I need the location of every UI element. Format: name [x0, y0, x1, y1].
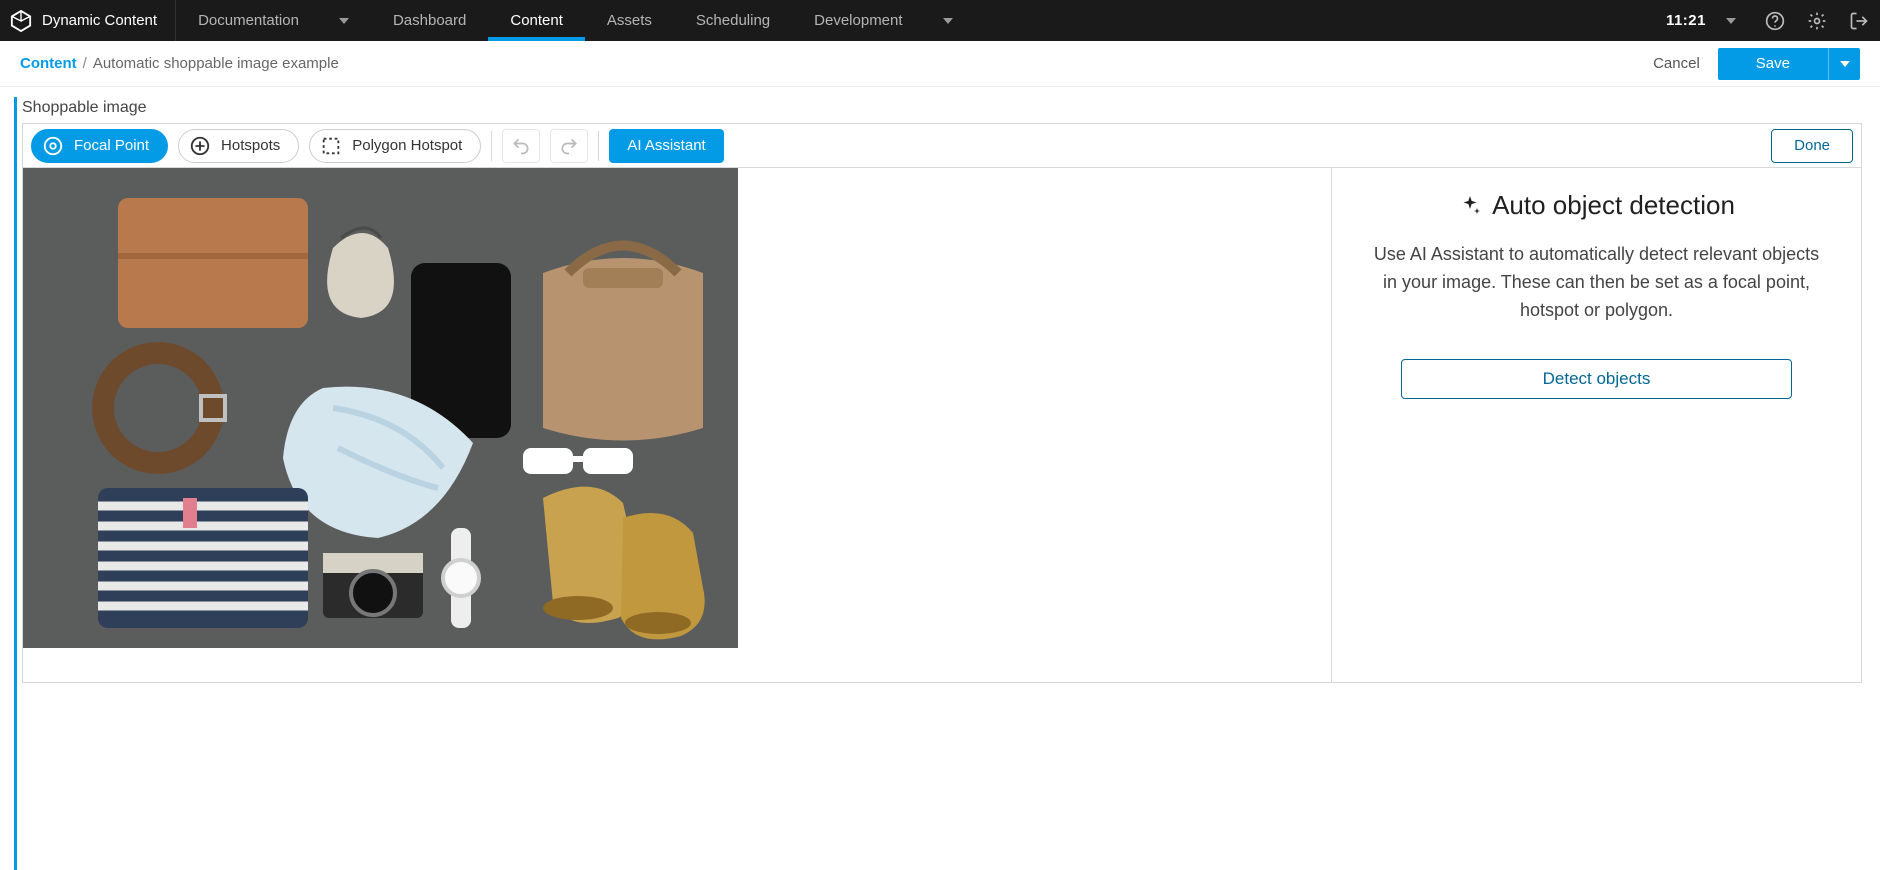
nav-development-label: Development	[814, 12, 902, 29]
save-button-group: Save	[1718, 48, 1860, 80]
editor-toolbar: Focal Point Hotspots Polygon Hotspot AI …	[23, 124, 1861, 168]
polygon-select-icon	[320, 135, 342, 157]
image-canvas[interactable]	[23, 168, 738, 682]
nav-documentation-label: Documentation	[198, 12, 299, 29]
subheader-actions: Cancel Save	[1653, 48, 1860, 80]
time-label: 11:21	[1666, 12, 1706, 29]
redo-button[interactable]	[550, 129, 588, 163]
tool-focal-point-label: Focal Point	[74, 137, 149, 154]
target-icon	[42, 135, 64, 157]
subheader: Content / Automatic shoppable image exam…	[0, 41, 1880, 87]
nav-content-label: Content	[510, 12, 563, 29]
nav-development[interactable]: Development	[792, 0, 974, 41]
ai-panel-title: Auto object detection	[1492, 190, 1735, 221]
nav-content[interactable]: Content	[488, 0, 585, 41]
chevron-down-icon	[1726, 18, 1736, 24]
nav-documentation[interactable]: Documentation	[176, 0, 371, 41]
tool-polygon-hotspot[interactable]: Polygon Hotspot	[309, 129, 481, 163]
nav-scheduling-label: Scheduling	[696, 12, 770, 29]
redo-icon	[559, 136, 579, 156]
plus-circle-icon	[189, 135, 211, 157]
help-button[interactable]	[1754, 0, 1796, 41]
logout-icon	[1849, 11, 1869, 31]
nav-assets[interactable]: Assets	[585, 0, 674, 41]
tool-polygon-hotspot-label: Polygon Hotspot	[352, 137, 462, 154]
chevron-down-icon	[943, 18, 953, 24]
breadcrumb-separator: /	[83, 55, 87, 72]
gear-icon	[1807, 11, 1827, 31]
ai-panel-title-row: Auto object detection	[1364, 190, 1829, 221]
tool-hotspots-label: Hotspots	[221, 137, 280, 154]
toolbar-separator	[598, 131, 599, 161]
ai-assistant-panel: Auto object detection Use AI Assistant t…	[1331, 168, 1861, 682]
detect-objects-button[interactable]: Detect objects	[1401, 359, 1792, 399]
nav-dashboard[interactable]: Dashboard	[371, 0, 488, 41]
save-dropdown-button[interactable]	[1828, 48, 1860, 80]
accent-gutter	[14, 97, 17, 870]
time-indicator[interactable]: 11:21	[1648, 0, 1754, 41]
save-button[interactable]: Save	[1718, 48, 1828, 80]
cancel-button[interactable]: Cancel	[1653, 55, 1700, 72]
brand-label: Dynamic Content	[42, 12, 157, 29]
undo-icon	[511, 136, 531, 156]
nav-scheduling[interactable]: Scheduling	[674, 0, 792, 41]
top-nav: Dynamic Content Documentation Dashboard …	[0, 0, 1880, 41]
nav-dashboard-label: Dashboard	[393, 12, 466, 29]
sparkle-icon	[1458, 194, 1482, 218]
editor-content: Auto object detection Use AI Assistant t…	[23, 168, 1861, 682]
tool-focal-point[interactable]: Focal Point	[31, 129, 168, 163]
brand: Dynamic Content	[0, 0, 176, 41]
breadcrumb-current: Automatic shoppable image example	[93, 55, 339, 72]
logout-button[interactable]	[1838, 0, 1880, 41]
done-button[interactable]: Done	[1771, 129, 1853, 163]
settings-button[interactable]	[1796, 0, 1838, 41]
breadcrumb-root[interactable]: Content	[20, 55, 77, 72]
product-flatlay-image	[23, 168, 738, 648]
nav-assets-label: Assets	[607, 12, 652, 29]
ai-assistant-button[interactable]: AI Assistant	[609, 129, 723, 163]
toolbar-separator	[491, 131, 492, 161]
section-label: Shoppable image	[22, 99, 1862, 117]
brand-logo-icon	[10, 10, 32, 32]
page-body: Shoppable image Focal Point Hotspots Pol…	[0, 87, 1880, 870]
tool-hotspots[interactable]: Hotspots	[178, 129, 299, 163]
undo-button[interactable]	[502, 129, 540, 163]
editor-frame: Focal Point Hotspots Polygon Hotspot AI …	[22, 123, 1862, 683]
help-icon	[1765, 11, 1785, 31]
chevron-down-icon	[339, 18, 349, 24]
chevron-down-icon	[1840, 61, 1850, 67]
ai-panel-description: Use AI Assistant to automatically detect…	[1364, 241, 1829, 325]
